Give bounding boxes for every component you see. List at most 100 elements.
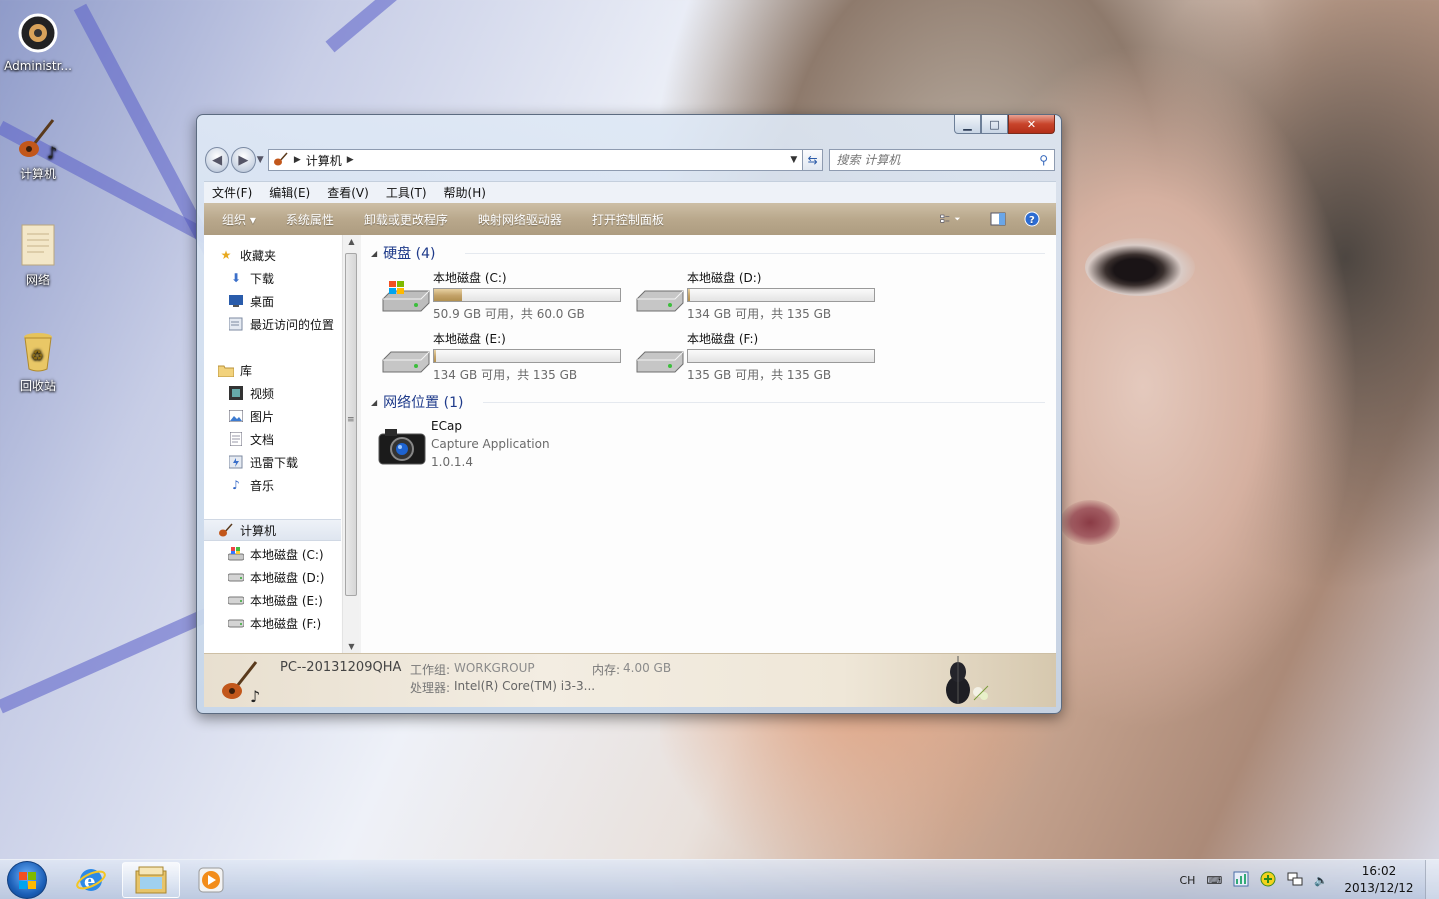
scroll-down-arrow[interactable]: ▼: [343, 642, 360, 651]
menu-tools[interactable]: 工具(T): [386, 184, 427, 201]
minimize-button[interactable]: ▁: [954, 115, 981, 134]
nav-pictures[interactable]: 图片: [228, 405, 274, 427]
computer-name: PC--20131209QHA: [280, 660, 402, 675]
drive-free-space: 135 GB 可用，共 135 GB: [687, 368, 832, 382]
organize-button[interactable]: 组织 ▾: [222, 211, 256, 228]
drive-usage-fill: [434, 289, 462, 301]
desktop-icon-recycle-bin[interactable]: ♻ 回收站: [0, 328, 76, 394]
nav-desktop[interactable]: 桌面: [228, 290, 274, 312]
desktop-icon-administrator[interactable]: Administr...: [0, 10, 76, 73]
address-bar[interactable]: ▶ 计算机 ▶ ▼: [267, 149, 803, 171]
content-area: ★ 收藏夹 ⬇ 下载 桌面 最近访问的位置 库 视频 图片 文档 迅雷下载 ♪ 音乐 …: [204, 235, 1056, 653]
memory-label: 内存:: [592, 663, 621, 677]
search-input[interactable]: [836, 153, 1040, 167]
drive-item-f[interactable]: 本地磁盘 (F:) 135 GB 可用，共 135 GB: [629, 330, 879, 386]
desktop-icon-label: Administr...: [4, 59, 72, 73]
change-view-button[interactable]: [940, 209, 960, 229]
violin-decoration-icon: [938, 656, 994, 709]
scroll-up-arrow[interactable]: ▲: [343, 237, 360, 246]
internet-explorer-icon: e: [76, 869, 106, 892]
drive-free-space: 134 GB 可用，共 135 GB: [433, 368, 578, 382]
menu-bar: 文件(F) 编辑(E) 查看(V) 工具(T) 帮助(H): [204, 181, 1056, 203]
volume-icon[interactable]: 🔈: [1314, 874, 1328, 887]
svg-text:♻: ♻: [31, 348, 44, 364]
nav-thunder-downloads[interactable]: 迅雷下载: [228, 451, 298, 473]
nav-libraries[interactable]: 库: [218, 359, 252, 381]
menu-file[interactable]: 文件(F): [212, 184, 252, 201]
show-desktop-button[interactable]: [1425, 860, 1439, 899]
drive-item-d[interactable]: 本地磁盘 (D:) 134 GB 可用，共 135 GB: [629, 269, 879, 325]
nav-computer[interactable]: 计算机: [204, 519, 341, 541]
svg-text:?: ?: [1029, 215, 1035, 226]
refresh-button[interactable]: ⇆: [802, 149, 824, 171]
explorer-window[interactable]: ▁ □ ✕ ◀ ▶ ▼ ▶ 计算机 ▶ ▼ ⇆ ⚲ 文件(F) 编辑(E) 查看…: [196, 114, 1062, 714]
collapse-icon[interactable]: ◢: [371, 398, 377, 407]
nav-music[interactable]: ♪ 音乐: [228, 474, 274, 496]
recent-pages-dropdown[interactable]: ▼: [256, 155, 265, 165]
nav-downloads[interactable]: ⬇ 下载: [228, 267, 274, 289]
nav-drive-c[interactable]: 本地磁盘 (C:): [228, 543, 324, 565]
map-network-drive-button[interactable]: 映射网络驱动器: [478, 211, 562, 228]
nav-drive-d[interactable]: 本地磁盘 (D:): [228, 566, 324, 588]
nav-documents[interactable]: 文档: [228, 428, 274, 450]
taskbar-ie-button[interactable]: e: [62, 862, 120, 898]
network-item-description: Capture Application: [431, 437, 550, 451]
menu-view[interactable]: 查看(V): [327, 184, 369, 201]
close-button[interactable]: ✕: [1008, 115, 1055, 134]
keyboard-icon[interactable]: ⌨: [1206, 874, 1222, 887]
network-connection-icon[interactable]: [1287, 871, 1303, 890]
library-folder-icon: [218, 362, 234, 378]
taskbar: e CH ⌨ 🔈 16:02 2013/12/12: [0, 859, 1439, 899]
documents-icon: [228, 431, 244, 447]
taskbar-media-player-button[interactable]: [182, 862, 240, 898]
breadcrumb-computer[interactable]: 计算机: [306, 152, 342, 169]
breadcrumb-separator[interactable]: ▶: [294, 155, 301, 165]
group-header-drives[interactable]: ◢ 硬盘 (4): [371, 243, 1045, 263]
menu-help[interactable]: 帮助(H): [444, 184, 486, 201]
maximize-button[interactable]: □: [981, 115, 1008, 134]
preview-pane-button[interactable]: [988, 209, 1008, 229]
taskbar-explorer-button[interactable]: [122, 862, 180, 898]
help-button[interactable]: ?: [1022, 209, 1042, 229]
drive-item-c[interactable]: 本地磁盘 (C:) 50.9 GB 可用，共 60.0 GB: [375, 269, 625, 325]
address-history-dropdown[interactable]: ▼: [786, 155, 802, 165]
items-view: ◢ 硬盘 (4) 本地磁盘 (C:) 50.9 GB 可用，共 60.0 GB …: [361, 235, 1056, 653]
drive-item-e[interactable]: 本地磁盘 (E:) 134 GB 可用，共 135 GB: [375, 330, 625, 386]
security-shield-icon[interactable]: [1260, 871, 1276, 890]
nav-favorites[interactable]: ★ 收藏夹: [218, 244, 276, 266]
system-drive-icon: [228, 546, 244, 562]
search-icon[interactable]: ⚲: [1039, 153, 1048, 167]
input-language-indicator[interactable]: CH: [1179, 874, 1195, 887]
uninstall-program-button[interactable]: 卸载或更改程序: [364, 211, 448, 228]
collapse-icon[interactable]: ◢: [371, 249, 377, 258]
music-note-icon: ♪: [232, 478, 240, 492]
desktop-icon: [228, 293, 244, 309]
nav-drive-e[interactable]: 本地磁盘 (E:): [228, 589, 323, 611]
nav-scrollbar[interactable]: ▲ ≡ ▼: [342, 235, 359, 653]
processor-label: 处理器:: [410, 681, 451, 695]
breadcrumb-separator[interactable]: ▶: [347, 155, 354, 165]
menu-edit[interactable]: 编辑(E): [269, 184, 310, 201]
desktop-icon-network[interactable]: 网络: [0, 222, 76, 288]
wallpaper-lips: [1060, 500, 1120, 545]
drive-name: 本地磁盘 (C:): [433, 271, 507, 285]
nav-drive-f[interactable]: 本地磁盘 (F:): [228, 612, 321, 634]
drive-icon: [381, 340, 431, 374]
nav-videos[interactable]: 视频: [228, 382, 274, 404]
drive-usage-bar: [687, 288, 875, 302]
system-properties-button[interactable]: 系统属性: [286, 211, 334, 228]
recent-places-icon: [228, 316, 244, 332]
back-button[interactable]: ◀: [205, 147, 230, 173]
forward-button[interactable]: ▶: [231, 147, 256, 173]
help-icon: ?: [1024, 211, 1040, 227]
group-header-network[interactable]: ◢ 网络位置 (1): [371, 392, 1045, 412]
start-button[interactable]: [7, 861, 47, 899]
desktop-icon-computer[interactable]: ♪ 计算机: [0, 116, 76, 182]
clock[interactable]: 16:02 2013/12/12: [1339, 863, 1419, 897]
nav-recent-places[interactable]: 最近访问的位置: [228, 313, 334, 335]
search-box[interactable]: ⚲: [829, 149, 1055, 171]
open-control-panel-button[interactable]: 打开控制面板: [592, 211, 664, 228]
processor-value: Intel(R) Core(TM) i3-3...: [454, 679, 596, 693]
network-monitor-icon[interactable]: [1233, 871, 1249, 890]
network-item-ecap[interactable]: ECap Capture Application 1.0.1.4: [375, 419, 675, 475]
